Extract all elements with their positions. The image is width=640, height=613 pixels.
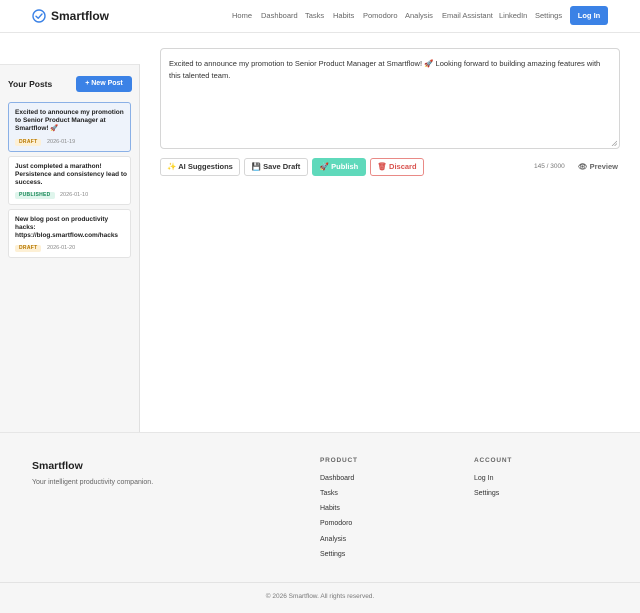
- post-text: Just completed a marathon! Persistence a…: [15, 163, 127, 186]
- top-navbar: Smartflow Home Dashboard Tasks Habits Po…: [0, 0, 640, 33]
- post-card[interactable]: Just completed a marathon! Persistence a…: [8, 156, 131, 205]
- nav-settings[interactable]: Settings: [535, 11, 562, 21]
- post-date: 2026-01-20: [47, 245, 76, 251]
- sidebar-title: Your Posts: [8, 79, 53, 89]
- nav-pomodoro[interactable]: Pomodoro: [363, 11, 398, 21]
- post-date: 2026-01-10: [60, 192, 89, 198]
- check-circle-icon[interactable]: [32, 9, 46, 23]
- nav-linkedin[interactable]: LinkedIn: [499, 11, 527, 21]
- brand-name[interactable]: Smartflow: [51, 9, 109, 23]
- nav-dashboard[interactable]: Dashboard: [261, 11, 298, 21]
- status-badge: DRAFT: [15, 245, 42, 252]
- footer-account-heading: ACCOUNT: [474, 457, 513, 464]
- footer-link-habits[interactable]: Habits: [320, 504, 340, 513]
- footer-product-heading: PRODUCT: [320, 457, 358, 464]
- resize-handle-icon[interactable]: [611, 140, 617, 146]
- login-button[interactable]: Log In: [570, 6, 608, 25]
- preview-button[interactable]: 👁 Preview: [578, 162, 618, 172]
- footer-divider: [0, 582, 640, 583]
- discard-button[interactable]: 🗑 Discard: [370, 158, 424, 176]
- nav-tasks[interactable]: Tasks: [305, 11, 324, 21]
- footer-tagline: Your intelligent productivity companion.: [32, 479, 154, 486]
- status-badge: DRAFT: [15, 139, 42, 146]
- nav-home[interactable]: Home: [232, 11, 252, 21]
- copyright: © 2026 Smartflow. All rights reserved.: [265, 593, 375, 600]
- footer-link-account-settings[interactable]: Settings: [474, 489, 499, 498]
- editor-content: Excited to announce my promotion to Seni…: [169, 59, 601, 80]
- footer-link-settings[interactable]: Settings: [320, 550, 345, 559]
- character-count: 145 / 3000: [534, 163, 565, 170]
- footer-link-tasks[interactable]: Tasks: [320, 489, 338, 498]
- new-post-button[interactable]: + New Post: [76, 76, 132, 92]
- ai-suggestions-button[interactable]: ✨ AI Suggestions: [160, 158, 240, 176]
- nav-email-assistant[interactable]: Email Assistant: [442, 11, 493, 21]
- nav-analysis[interactable]: Analysis: [405, 11, 433, 21]
- post-card[interactable]: Excited to announce my promotion to Seni…: [8, 102, 131, 152]
- footer-link-pomodoro[interactable]: Pomodoro: [320, 519, 352, 528]
- footer-link-login[interactable]: Log In: [474, 474, 493, 483]
- footer-brand: Smartflow: [32, 460, 83, 472]
- footer-link-analysis[interactable]: Analysis: [320, 535, 346, 544]
- post-editor-textarea[interactable]: Excited to announce my promotion to Seni…: [160, 48, 620, 149]
- post-card[interactable]: New blog post on productivity hacks: htt…: [8, 209, 131, 258]
- save-draft-button[interactable]: 💾 Save Draft: [244, 158, 308, 176]
- nav-habits[interactable]: Habits: [333, 11, 354, 21]
- publish-button[interactable]: 🚀 Publish: [312, 158, 366, 176]
- footer-link-dashboard[interactable]: Dashboard: [320, 474, 354, 483]
- post-date: 2026-01-19: [47, 139, 76, 145]
- post-text: New blog post on productivity hacks: htt…: [15, 216, 119, 239]
- status-badge: PUBLISHED: [15, 192, 55, 199]
- post-text: Excited to announce my promotion to Seni…: [15, 109, 124, 132]
